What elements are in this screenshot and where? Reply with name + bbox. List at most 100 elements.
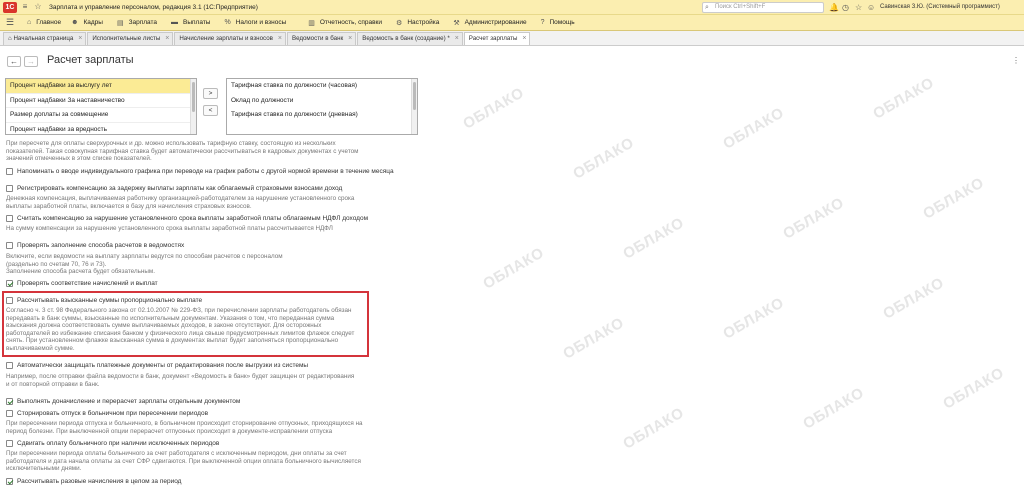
remove-indicator-button[interactable]: < bbox=[203, 105, 218, 116]
watermark-logo: ОБЛАКО bbox=[720, 104, 788, 153]
wallet-icon: ▬ bbox=[171, 19, 179, 26]
tab-bank-statements[interactable]: Ведомости в банк × bbox=[286, 32, 357, 45]
current-user[interactable]: Савинская З.Ю. (Системный программист) bbox=[880, 2, 1000, 13]
proportional-checkbox[interactable] bbox=[6, 297, 13, 304]
history-icon[interactable]: ◷ bbox=[842, 2, 849, 13]
menu-item-taxes[interactable]: % Налоги и взносы bbox=[224, 15, 286, 31]
check-payment-method-desc: Включите, если ведомости на выплату зарп… bbox=[6, 253, 283, 276]
register-compensation-checkbox[interactable] bbox=[6, 185, 13, 192]
storno-vacation-label: Сторнировать отпуск в больничном при пер… bbox=[17, 410, 209, 417]
scroll-thumb[interactable] bbox=[192, 82, 195, 112]
watermark-logo: ОБЛАКО bbox=[880, 274, 948, 323]
ndfl-compensation-label: Считать компенсацию за нарушение установ… bbox=[17, 215, 369, 222]
app-logo: 1С bbox=[3, 1, 17, 13]
close-icon[interactable]: × bbox=[78, 33, 82, 45]
more-icon[interactable]: ⋮ bbox=[1012, 56, 1020, 65]
protect-docs-checkbox[interactable] bbox=[6, 362, 13, 369]
shift-sick-leave-checkbox[interactable] bbox=[6, 440, 13, 447]
menu-burger-icon[interactable]: ≡ bbox=[20, 2, 30, 12]
watermark-logo: ОБЛАКО bbox=[800, 384, 868, 433]
sections-menu-icon[interactable]: ☰ bbox=[3, 17, 17, 28]
list-item[interactable]: Процент надбавки за вредность bbox=[6, 123, 196, 135]
storno-vacation-desc: При пересечении периода отпуска и больни… bbox=[6, 420, 363, 435]
menu-item-reports[interactable]: ▥ Отчетность, справки bbox=[308, 15, 382, 31]
menu-item-settings[interactable]: ⚙ Настройка bbox=[396, 15, 439, 31]
menu-item-help[interactable]: ? Помощь bbox=[541, 15, 575, 31]
remind-schedule-checkbox[interactable] bbox=[6, 168, 13, 175]
remind-schedule-label: Напоминать о вводе индивидуального графи… bbox=[17, 168, 394, 175]
user-icon[interactable]: ☺ bbox=[867, 2, 875, 13]
search-input[interactable]: ⌕ Поиск Ctrl+Shift+F bbox=[702, 2, 824, 13]
one-time-accruals-checkbox[interactable] bbox=[6, 478, 13, 485]
help-icon: ? bbox=[540, 19, 545, 26]
back-button[interactable]: ← bbox=[7, 56, 21, 67]
menu-item-staff[interactable]: ☻ Кадры bbox=[71, 15, 103, 31]
check-accruals-checkbox[interactable] bbox=[6, 280, 13, 287]
people-icon: ☻ bbox=[71, 19, 79, 26]
menu-item-admin[interactable]: ⚒ Администрирование bbox=[453, 15, 526, 31]
close-icon[interactable]: × bbox=[522, 33, 526, 45]
available-indicators-list[interactable]: Процент надбавки за выслугу лет Процент … bbox=[5, 78, 197, 135]
proportional-desc: Согласно ч. 3 ст. 98 Федерального закона… bbox=[6, 307, 355, 352]
list-scrollbar[interactable] bbox=[190, 79, 196, 134]
money-icon: ▤ bbox=[116, 19, 124, 27]
forward-button[interactable]: → bbox=[24, 56, 38, 67]
protect-docs-desc: Например, после отправки файла ведомости… bbox=[6, 373, 355, 388]
percent-icon: % bbox=[224, 19, 231, 26]
close-icon[interactable]: × bbox=[165, 33, 169, 45]
tariff-note: При пересчете для оплаты сверхурочных и … bbox=[6, 140, 359, 163]
page-title: Расчет зарплаты bbox=[47, 54, 134, 66]
list-item[interactable]: Процент надбавки за выслугу лет bbox=[6, 79, 196, 94]
list-item[interactable]: Размер доплаты за совмещение bbox=[6, 108, 196, 123]
watermark-logo: ОБЛАКО bbox=[620, 404, 688, 453]
shift-sick-leave-desc: При пересечении периода оплаты больнично… bbox=[6, 450, 361, 473]
open-tabs: ⌂ Начальная страница × Исполнительные лис… bbox=[0, 31, 1024, 46]
storno-vacation-checkbox[interactable] bbox=[6, 410, 13, 417]
chart-icon: ▥ bbox=[308, 19, 315, 27]
close-icon[interactable]: × bbox=[348, 33, 352, 45]
register-compensation-desc: Денежная компенсация, выплачиваемая рабо… bbox=[6, 195, 355, 210]
one-time-accruals-label: Рассчитывать разовые начисления в целом … bbox=[17, 478, 182, 485]
gear-icon: ⚙ bbox=[396, 19, 403, 27]
star-icon[interactable]: ☆ bbox=[33, 2, 43, 12]
favorites-icon[interactable]: ☆ bbox=[855, 2, 862, 13]
list-item[interactable]: Тарифная ставка по должности (дневная) bbox=[227, 108, 417, 123]
selected-indicators-list[interactable]: Тарифная ставка по должности (часовая) О… bbox=[226, 78, 418, 135]
list-item[interactable]: Тарифная ставка по должности (часовая) bbox=[227, 79, 417, 94]
watermark-logo: ОБЛАКО bbox=[570, 134, 638, 183]
app-title: Зарплата и управление персоналом, редакц… bbox=[49, 3, 258, 11]
add-indicator-button[interactable]: > bbox=[203, 88, 218, 99]
separate-doc-checkbox[interactable] bbox=[6, 398, 13, 405]
separate-doc-label: Выполнять доначисление и перерасчет зарп… bbox=[17, 398, 241, 405]
ndfl-compensation-checkbox[interactable] bbox=[6, 215, 13, 222]
menu-item-salary[interactable]: ▤ Зарплата bbox=[117, 15, 157, 31]
tab-writs[interactable]: Исполнительные листы × bbox=[87, 32, 174, 45]
scroll-thumb[interactable] bbox=[413, 82, 416, 110]
shift-sick-leave-label: Сдвигать оплату больничного при наличии … bbox=[17, 440, 220, 447]
watermark-logo: ОБЛАКО bbox=[920, 174, 988, 223]
main-menu: ☰ ⌂ Главное ☻ Кадры ▤ Зарплата ▬ Выплаты % На… bbox=[0, 15, 1024, 31]
list-item[interactable]: Оклад по должности bbox=[227, 94, 417, 109]
check-payment-method-label: Проверять заполнение способа расчетов в … bbox=[17, 242, 185, 249]
list-scrollbar[interactable] bbox=[411, 79, 417, 134]
menu-item-payments[interactable]: ▬ Выплаты bbox=[171, 15, 210, 31]
tab-salary-calc[interactable]: Расчет зарплаты × bbox=[463, 32, 531, 45]
search-icon: ⌕ bbox=[705, 4, 709, 11]
home-icon: ⌂ bbox=[27, 19, 32, 26]
check-payment-method-checkbox[interactable] bbox=[6, 242, 13, 249]
register-compensation-label: Регистрировать компенсацию за задержку в… bbox=[17, 185, 343, 192]
tab-bank-statement-new[interactable]: Ведомость в банк (создание) * × bbox=[357, 32, 463, 45]
ndfl-compensation-desc: На сумму компенсации за нарушение устано… bbox=[6, 225, 333, 232]
list-item[interactable]: Процент надбавки За наставничество bbox=[6, 94, 196, 108]
close-icon[interactable]: × bbox=[278, 33, 282, 45]
notification-icon[interactable]: 🔔 bbox=[829, 2, 839, 13]
tab-home[interactable]: ⌂ Начальная страница × bbox=[3, 32, 87, 45]
menu-item-home[interactable]: ⌂ Главное bbox=[27, 15, 61, 31]
proportional-label: Рассчитывать взысканные суммы пропорцион… bbox=[17, 297, 203, 304]
watermark-logo: ОБЛАКО bbox=[560, 314, 628, 363]
tab-payroll[interactable]: Начисление зарплаты и взносов × bbox=[174, 32, 286, 45]
watermark-logo: ОБЛАКО bbox=[480, 244, 548, 293]
check-accruals-label: Проверять соответствие начислений и выпл… bbox=[17, 280, 158, 287]
watermark-logo: ОБЛАКО bbox=[460, 84, 528, 133]
close-icon[interactable]: × bbox=[455, 33, 459, 45]
